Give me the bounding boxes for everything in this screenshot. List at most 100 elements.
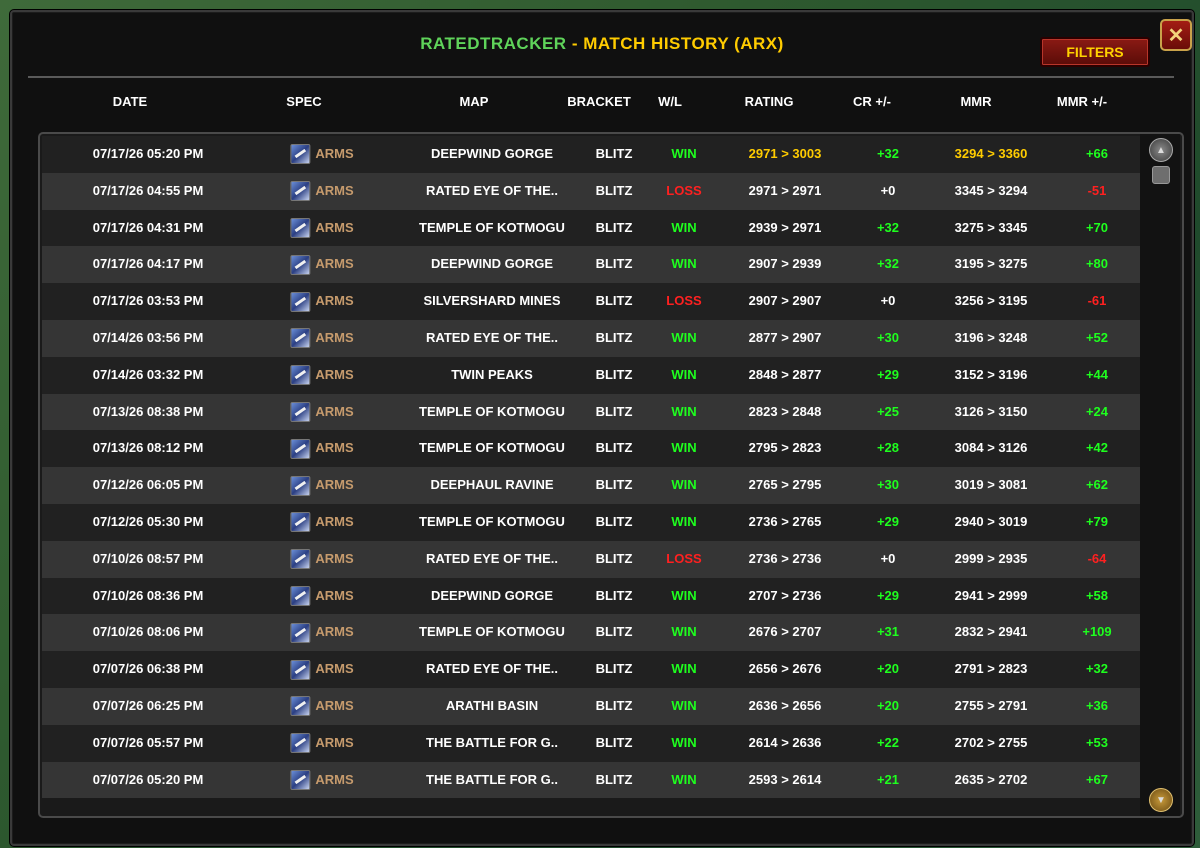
table-row[interactable]: 07/10/26 08:57 PM ARMS RATED EYE OF THE.. B… [42, 540, 1140, 578]
cell-date: 07/13/26 08:12 PM [92, 440, 204, 456]
table-row[interactable]: 07/07/26 05:57 PM ARMS THE BATTLE FOR G.. B… [42, 724, 1140, 762]
header-date[interactable]: DATE [113, 94, 147, 109]
table-row[interactable]: 07/17/26 05:20 PM ARMS DEEPWIND GORGE BLITZ… [42, 136, 1140, 173]
cell-rating: 2593 > 2614 [748, 771, 822, 787]
arms-spec-icon [290, 144, 311, 165]
table-row[interactable]: 07/12/26 06:05 PM ARMS DEEPHAUL RAVINE BLIT… [42, 467, 1140, 504]
cell-mmr: 3275 > 3345 [954, 219, 1028, 235]
scroll-thumb[interactable] [1152, 166, 1170, 184]
table-row[interactable]: 07/13/26 08:38 PM ARMS TEMPLE OF KOTMOGU BL… [42, 393, 1140, 431]
cell-mmr-change: -51 [1087, 182, 1107, 198]
header-rating[interactable]: RATING [745, 94, 794, 109]
cell-rating: 2907 > 2939 [748, 256, 822, 272]
cell-rating: 2795 > 2823 [748, 440, 822, 456]
table-row[interactable]: 07/17/26 04:55 PM ARMS RATED EYE OF THE.. B… [42, 172, 1140, 210]
header-spec[interactable]: SPEC [286, 94, 321, 109]
header-mmr-diff[interactable]: MMR +/- [1057, 94, 1107, 109]
cell-map: RATED EYE OF THE.. [426, 329, 558, 345]
cell-bracket: BLITZ [595, 477, 633, 493]
cell-map: DEEPWIND GORGE [430, 587, 554, 603]
cell-result: WIN [671, 146, 697, 161]
cell-map: DEEPHAUL RAVINE [430, 477, 554, 493]
table-row[interactable]: 07/17/26 03:53 PM ARMS SILVERSHARD MINES BL… [42, 283, 1140, 320]
cell-map: SILVERSHARD MINES [423, 293, 561, 309]
table-row[interactable]: 07/10/26 08:06 PM ARMS TEMPLE OF KOTMOGU BL… [42, 614, 1140, 652]
cell-rating: 2736 > 2736 [748, 550, 822, 566]
cell-date: 07/17/26 04:17 PM [92, 256, 204, 272]
header-mmr[interactable]: MMR [960, 94, 991, 109]
cell-mmr-change: +24 [1085, 403, 1109, 419]
table-row[interactable]: 07/07/26 06:38 PM ARMS RATED EYE OF THE.. B… [42, 651, 1140, 688]
cell-cr-change: +29 [876, 366, 900, 382]
cell-result: WIN [671, 256, 697, 272]
cell-date: 07/07/26 05:20 PM [92, 771, 204, 787]
table-row[interactable]: 07/14/26 03:56 PM ARMS RATED EYE OF THE.. B… [42, 319, 1140, 357]
cell-bracket: BLITZ [595, 624, 633, 640]
table-row[interactable]: 07/12/26 05:30 PM ARMS TEMPLE OF KOTMOGU BL… [42, 503, 1140, 541]
cell-rating: 2823 > 2848 [748, 403, 822, 419]
cell-map: THE BATTLE FOR G.. [426, 734, 558, 750]
cell-spec: ARMS [290, 430, 354, 467]
header-map[interactable]: MAP [460, 94, 489, 109]
cell-mmr: 3294 > 3360 [954, 146, 1028, 161]
cell-rating: 2614 > 2636 [748, 734, 822, 750]
filters-button[interactable]: FILTERS [1040, 37, 1150, 67]
header-wl[interactable]: W/L [658, 94, 682, 109]
cell-cr-change: +0 [880, 182, 896, 198]
table-row[interactable]: 07/07/26 06:25 PM ARMS ARATHI BASIN BLITZ WI… [42, 687, 1140, 725]
spec-label: ARMS [315, 771, 354, 787]
cell-result: WIN [671, 661, 697, 677]
spec-label: ARMS [315, 256, 354, 272]
cell-result: LOSS [666, 550, 702, 566]
scroll-down-icon[interactable]: ▼ [1149, 788, 1173, 812]
header-cr[interactable]: CR +/- [853, 94, 891, 109]
cell-date: 07/10/26 08:06 PM [92, 624, 204, 640]
cell-result: WIN [671, 219, 697, 235]
cell-spec: ARMS [290, 762, 354, 799]
cell-rating: 2736 > 2765 [748, 513, 822, 529]
header-bracket[interactable]: BRACKET [567, 94, 631, 109]
arms-spec-icon [290, 365, 311, 386]
spec-label: ARMS [315, 182, 354, 198]
cell-date: 07/17/26 04:55 PM [92, 182, 204, 198]
cell-result: WIN [671, 440, 697, 456]
cell-rating: 2971 > 3003 [748, 146, 822, 161]
cell-spec: ARMS [290, 320, 354, 357]
arms-spec-icon [290, 291, 311, 312]
table-row[interactable]: 07/17/26 04:17 PM ARMS DEEPWIND GORGE BLITZ… [42, 246, 1140, 284]
cell-result: WIN [671, 771, 697, 787]
header-divider [28, 76, 1174, 78]
cell-cr-change: +20 [876, 661, 900, 677]
close-icon: ✕ [1167, 24, 1185, 47]
cell-rating: 2971 > 2971 [748, 182, 822, 198]
cell-spec: ARMS [290, 136, 354, 173]
arms-spec-icon [290, 217, 311, 238]
table-row[interactable]: 07/10/26 08:36 PM ARMS DEEPWIND GORGE BLITZ… [42, 577, 1140, 615]
spec-label: ARMS [315, 403, 354, 419]
cell-mmr: 3345 > 3294 [954, 182, 1028, 198]
cell-bracket: BLITZ [595, 256, 633, 272]
cell-cr-change: +32 [876, 256, 900, 272]
table-row[interactable]: 07/07/26 05:20 PM ARMS THE BATTLE FOR G.. B… [42, 761, 1140, 799]
table-row[interactable]: 07/13/26 08:12 PM ARMS TEMPLE OF KOTMOGU BL… [42, 430, 1140, 468]
table-row[interactable]: 07/14/26 03:32 PM ARMS TWIN PEAKS BLITZ WIN 2… [42, 356, 1140, 394]
cell-spec: ARMS [290, 210, 354, 247]
cell-mmr: 3152 > 3196 [954, 366, 1028, 382]
arms-spec-icon [290, 769, 311, 790]
cell-date: 07/12/26 05:30 PM [92, 513, 204, 529]
cell-date: 07/13/26 08:38 PM [92, 403, 204, 419]
cell-map: TEMPLE OF KOTMOGU [419, 513, 565, 529]
cell-map: RATED EYE OF THE.. [426, 182, 558, 198]
cell-bracket: BLITZ [595, 293, 633, 309]
title-text: MATCH HISTORY (ARX) [583, 34, 784, 53]
cell-bracket: BLITZ [595, 146, 633, 161]
cell-date: 07/07/26 06:25 PM [92, 697, 204, 713]
arms-spec-icon [290, 328, 311, 349]
cell-rating: 2848 > 2877 [748, 366, 822, 382]
table-row[interactable]: 07/17/26 04:31 PM ARMS TEMPLE OF KOTMOGU BL… [42, 209, 1140, 247]
cell-rating: 2636 > 2656 [748, 697, 822, 713]
scroll-up-icon[interactable]: ▲ [1149, 138, 1173, 162]
close-button[interactable]: ✕ [1160, 19, 1192, 51]
scrollbar[interactable]: ▲ ▼ [1140, 134, 1180, 816]
arms-spec-icon [290, 254, 311, 275]
